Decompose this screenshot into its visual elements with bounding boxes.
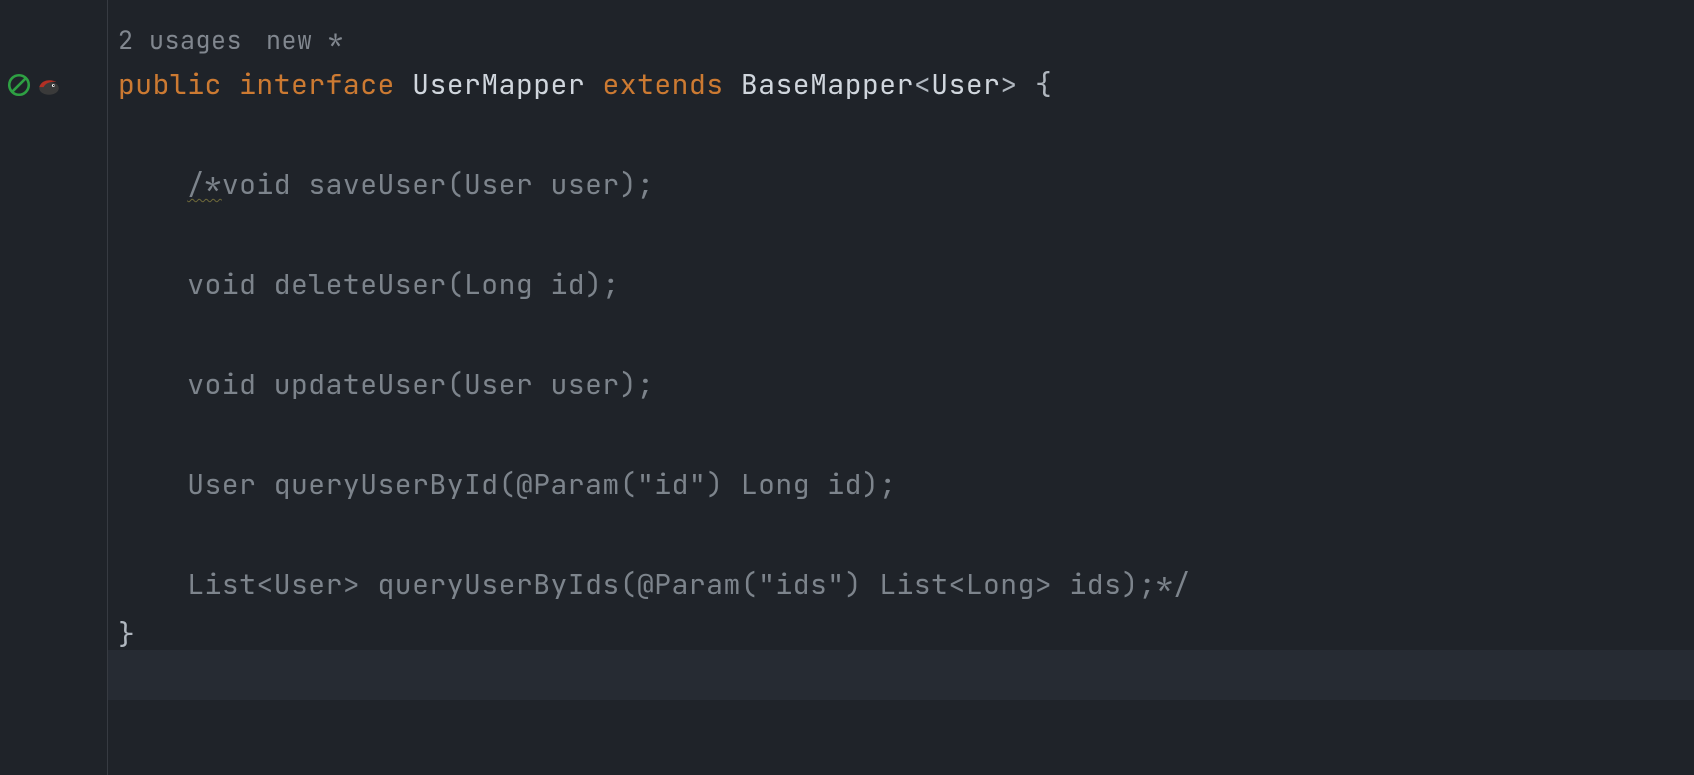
code-line-blank[interactable] (118, 510, 1694, 560)
author-hint[interactable]: new * (266, 20, 344, 60)
code-line-blank[interactable] (118, 110, 1694, 160)
code-line-comment[interactable]: List<User> queryUserByIds(@Param("ids") … (118, 560, 1694, 610)
code-line-blank[interactable] (118, 210, 1694, 260)
editor-gutter (0, 0, 108, 775)
gutter-icons-row (0, 60, 107, 110)
code-area[interactable]: 2 usages new * public interface UserMappe… (108, 0, 1694, 775)
type-name: UserMapper (412, 66, 585, 103)
keyword-public: public (118, 66, 222, 103)
code-line-blank[interactable] (118, 310, 1694, 360)
mybatis-bird-icon[interactable] (36, 72, 62, 98)
generic-type: User (931, 66, 1000, 103)
code-editor[interactable]: 2 usages new * public interface UserMappe… (0, 0, 1694, 775)
code-line-comment[interactable]: /*void saveUser(User user); (118, 160, 1694, 210)
code-line-comment[interactable]: User queryUserById(@Param("id") Long id)… (118, 460, 1694, 510)
base-type: BaseMapper (741, 66, 914, 103)
keyword-extends: extends (602, 66, 723, 103)
inlay-hints[interactable]: 2 usages new * (118, 20, 1694, 60)
code-line-comment[interactable]: void deleteUser(Long id); (118, 260, 1694, 310)
no-entry-icon[interactable] (6, 72, 32, 98)
code-line-blank[interactable] (118, 410, 1694, 460)
usages-hint[interactable]: 2 usages (118, 20, 242, 60)
keyword-interface: interface (239, 66, 395, 103)
code-line-declaration[interactable]: public interface UserMapper extends Base… (118, 60, 1694, 110)
code-line-close-brace[interactable]: } (118, 610, 1694, 660)
code-line-comment[interactable]: void updateUser(User user); (118, 360, 1694, 410)
